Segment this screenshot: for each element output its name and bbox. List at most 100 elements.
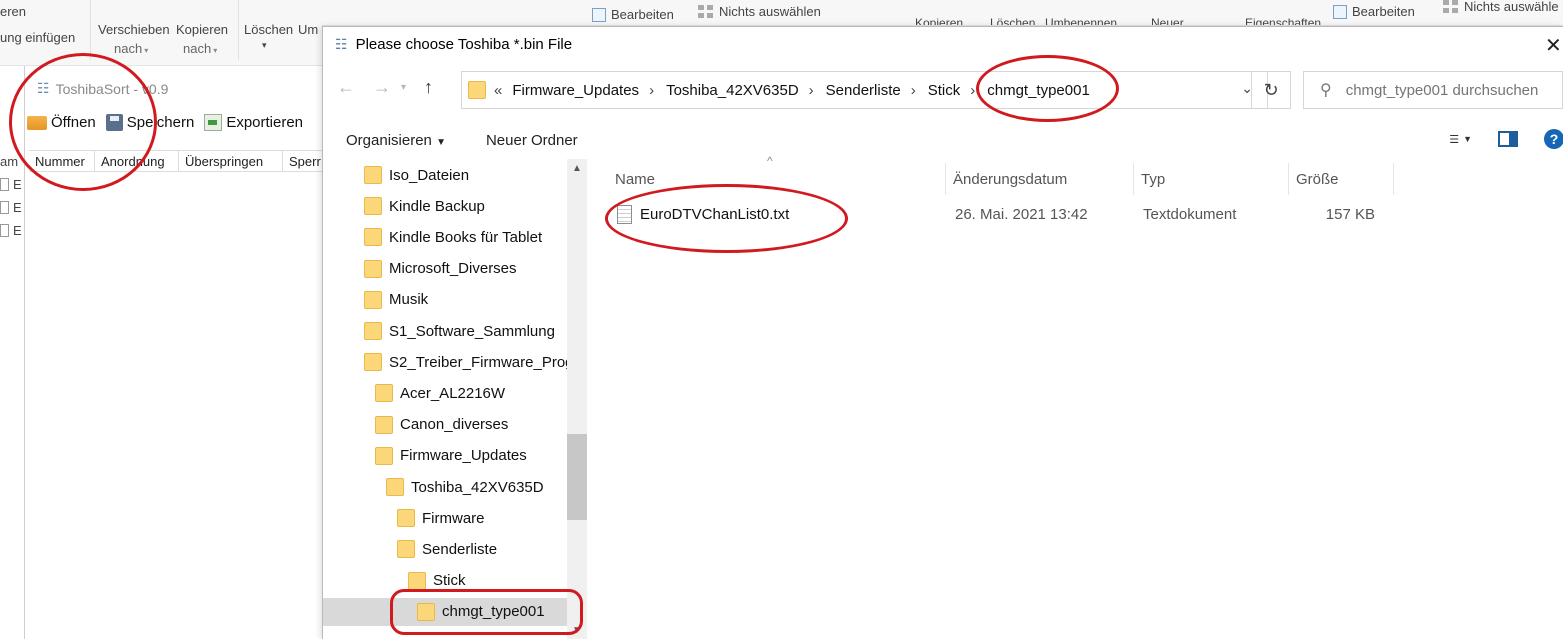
dialog-title-text: Please choose Toshiba *.bin File	[355, 36, 573, 53]
edit-icon	[592, 8, 606, 22]
app-icon: ☷	[37, 80, 50, 96]
search-input[interactable]	[1345, 81, 1556, 99]
help-icon[interactable]: ?	[1544, 129, 1563, 149]
ribbon-text: eren	[0, 4, 27, 19]
tree-item-folder[interactable]: Senderliste	[397, 535, 497, 563]
tree-item-folder[interactable]: Toshiba_42XV635D	[386, 473, 544, 501]
back-arrow-icon[interactable]: ←	[337, 77, 355, 98]
grid-icon	[1443, 0, 1459, 13]
save-icon	[105, 114, 123, 131]
tree-item-folder[interactable]: Iso_Dateien	[364, 161, 469, 189]
search-box[interactable]: ⚲	[1303, 71, 1563, 109]
navigation-buttons: ← → ▾ ↑	[337, 77, 433, 98]
column-header-lock[interactable]: Sperr	[283, 151, 323, 171]
tree-item-label: Kindle Backup	[389, 197, 485, 215]
tree-item-folder[interactable]: Musik	[364, 286, 428, 314]
app-title-text: ToshibaSort - v0.9	[55, 80, 169, 97]
column-header-skip[interactable]: Überspringen	[179, 151, 283, 171]
tree-item-folder[interactable]: S1_Software_Sammlung	[364, 317, 555, 345]
tree-scrollbar[interactable]: ▲ ▼	[567, 159, 587, 639]
export-icon	[204, 114, 223, 131]
breadcrumb-toshiba[interactable]: Toshiba_42XV635D	[666, 82, 799, 99]
ribbon-select-none-button[interactable]: Nichts auswählen	[698, 4, 821, 19]
tree-item-folder[interactable]: Firmware	[397, 504, 485, 532]
folder-icon	[408, 571, 426, 590]
save-button[interactable]: Speichern	[105, 114, 194, 131]
tree-item-folder[interactable]: Firmware_Updates	[375, 442, 527, 470]
column-header-order[interactable]: Anordnung	[95, 151, 179, 171]
ribbon-edit-button-2[interactable]: Bearbeiten	[1333, 4, 1415, 19]
tree-item-folder[interactable]: S2_Treiber_Firmware_Prog	[364, 348, 574, 376]
tree-item-folder[interactable]: Acer_AL2216W	[375, 379, 505, 407]
ribbon-move-button[interactable]: Verschieben	[98, 22, 170, 37]
breadcrumb-senderliste[interactable]: Senderliste	[826, 82, 901, 99]
file-list-header: Name Änderungsdatum Typ Größe	[608, 163, 1394, 195]
folder-icon	[386, 478, 404, 496]
text-document-icon	[617, 204, 632, 224]
ribbon-copy-button[interactable]: Kopieren	[176, 22, 228, 37]
ribbon-copy-button-2[interactable]: Kopieren	[915, 16, 963, 25]
tree-item-folder[interactable]: Microsoft_Diverses	[364, 255, 517, 283]
background-ribbon-left: eren ung einfügen Verschieben nach ▾ Kopi…	[0, 0, 322, 66]
organize-button[interactable]: Organisieren ▼	[346, 132, 446, 149]
ribbon-rename-button-2[interactable]: Umbenennen	[1045, 16, 1117, 25]
ribbon-delete-button[interactable]: Löschen	[244, 22, 293, 37]
column-header-name[interactable]: Name	[608, 163, 946, 195]
tree-item-folder[interactable]: Kindle Books für Tablet	[364, 223, 542, 251]
address-bar[interactable]: « Firmware_Updates › Toshiba_42XV635D › …	[461, 71, 1268, 109]
export-button[interactable]: Exportieren	[204, 114, 303, 131]
breadcrumb-chmgt[interactable]: chmgt_type001	[987, 82, 1090, 99]
tree-item-folder[interactable]: Kindle Backup	[364, 192, 485, 220]
ribbon-rename-button[interactable]: Um	[298, 22, 318, 37]
tree-item-label: Musik	[389, 291, 429, 309]
preview-pane-icon[interactable]	[1498, 131, 1518, 147]
chevron-right-icon[interactable]: ›	[970, 82, 975, 99]
tree-item-label: Iso_Dateien	[389, 166, 470, 184]
forward-arrow-icon[interactable]: →	[373, 77, 391, 98]
ribbon-edit-button[interactable]: Bearbeiten	[592, 7, 674, 22]
chevron-right-icon[interactable]: ›	[809, 82, 814, 99]
new-folder-button[interactable]: Neuer Ordner	[486, 132, 578, 149]
ribbon-paste-shortcut[interactable]: ung einfügen	[0, 30, 75, 45]
chevron-right-icon[interactable]: ›	[911, 82, 916, 99]
refresh-button[interactable]: ↻	[1251, 71, 1291, 109]
tree-item-folder[interactable]: chmgt_type001	[323, 597, 567, 626]
tree-item-label: Microsoft_Diverses	[389, 260, 517, 278]
tree-item-folder[interactable]: Canon_diverses	[375, 411, 508, 439]
ribbon-properties-button[interactable]: Eigenschaften	[1245, 16, 1321, 25]
breadcrumb-overflow[interactable]: «	[494, 82, 502, 99]
ribbon-delete-button-2[interactable]: Löschen	[990, 16, 1035, 25]
scroll-down-icon[interactable]: ▼	[572, 625, 582, 636]
open-button[interactable]: Öffnen	[27, 114, 96, 131]
column-header-date[interactable]: Änderungsdatum	[946, 163, 1134, 195]
ribbon-divider	[90, 0, 91, 60]
up-arrow-icon[interactable]: ↑	[424, 77, 433, 98]
recent-dropdown-icon[interactable]: ▾	[401, 82, 406, 93]
scrollbar-thumb[interactable]	[567, 434, 587, 520]
chevron-down-icon: ▼	[1463, 134, 1472, 144]
chevron-right-icon[interactable]: ›	[649, 82, 654, 99]
file-row[interactable]: EuroDTVChanList0.txt 26. Mai. 2021 13:42…	[608, 199, 1375, 229]
breadcrumb-stick[interactable]: Stick	[928, 82, 961, 99]
column-header-type[interactable]: Typ	[1134, 163, 1289, 195]
search-icon: ⚲	[1320, 82, 1332, 99]
scroll-up-icon[interactable]: ▲	[572, 163, 582, 174]
document-icon	[0, 201, 9, 214]
breadcrumb-firmware-updates[interactable]: Firmware_Updates	[512, 82, 639, 99]
close-icon[interactable]: ✕	[1545, 33, 1562, 58]
folder-icon	[364, 228, 382, 247]
view-options-button[interactable]: ☰ ▼	[1449, 133, 1472, 146]
toshibasort-window: ☷ ToshibaSort - v0.9 Öffnen Speichern Ex…	[24, 66, 334, 639]
folder-icon	[468, 81, 486, 99]
folder-icon	[364, 290, 382, 309]
folder-icon	[375, 415, 393, 434]
ribbon-select-none-button-2[interactable]: Nichts auswähle	[1443, 0, 1559, 14]
ribbon-new-button[interactable]: Neuer	[1151, 16, 1184, 25]
chevron-down-icon: ▾	[262, 40, 267, 50]
tree-item-label: S1_Software_Sammlung	[389, 322, 555, 340]
edit-icon	[1333, 5, 1347, 19]
column-header-number[interactable]: Nummer	[29, 151, 95, 171]
folder-icon	[417, 602, 435, 621]
tree-item-folder[interactable]: Stick	[408, 567, 466, 595]
column-header-size[interactable]: Größe	[1289, 163, 1394, 195]
